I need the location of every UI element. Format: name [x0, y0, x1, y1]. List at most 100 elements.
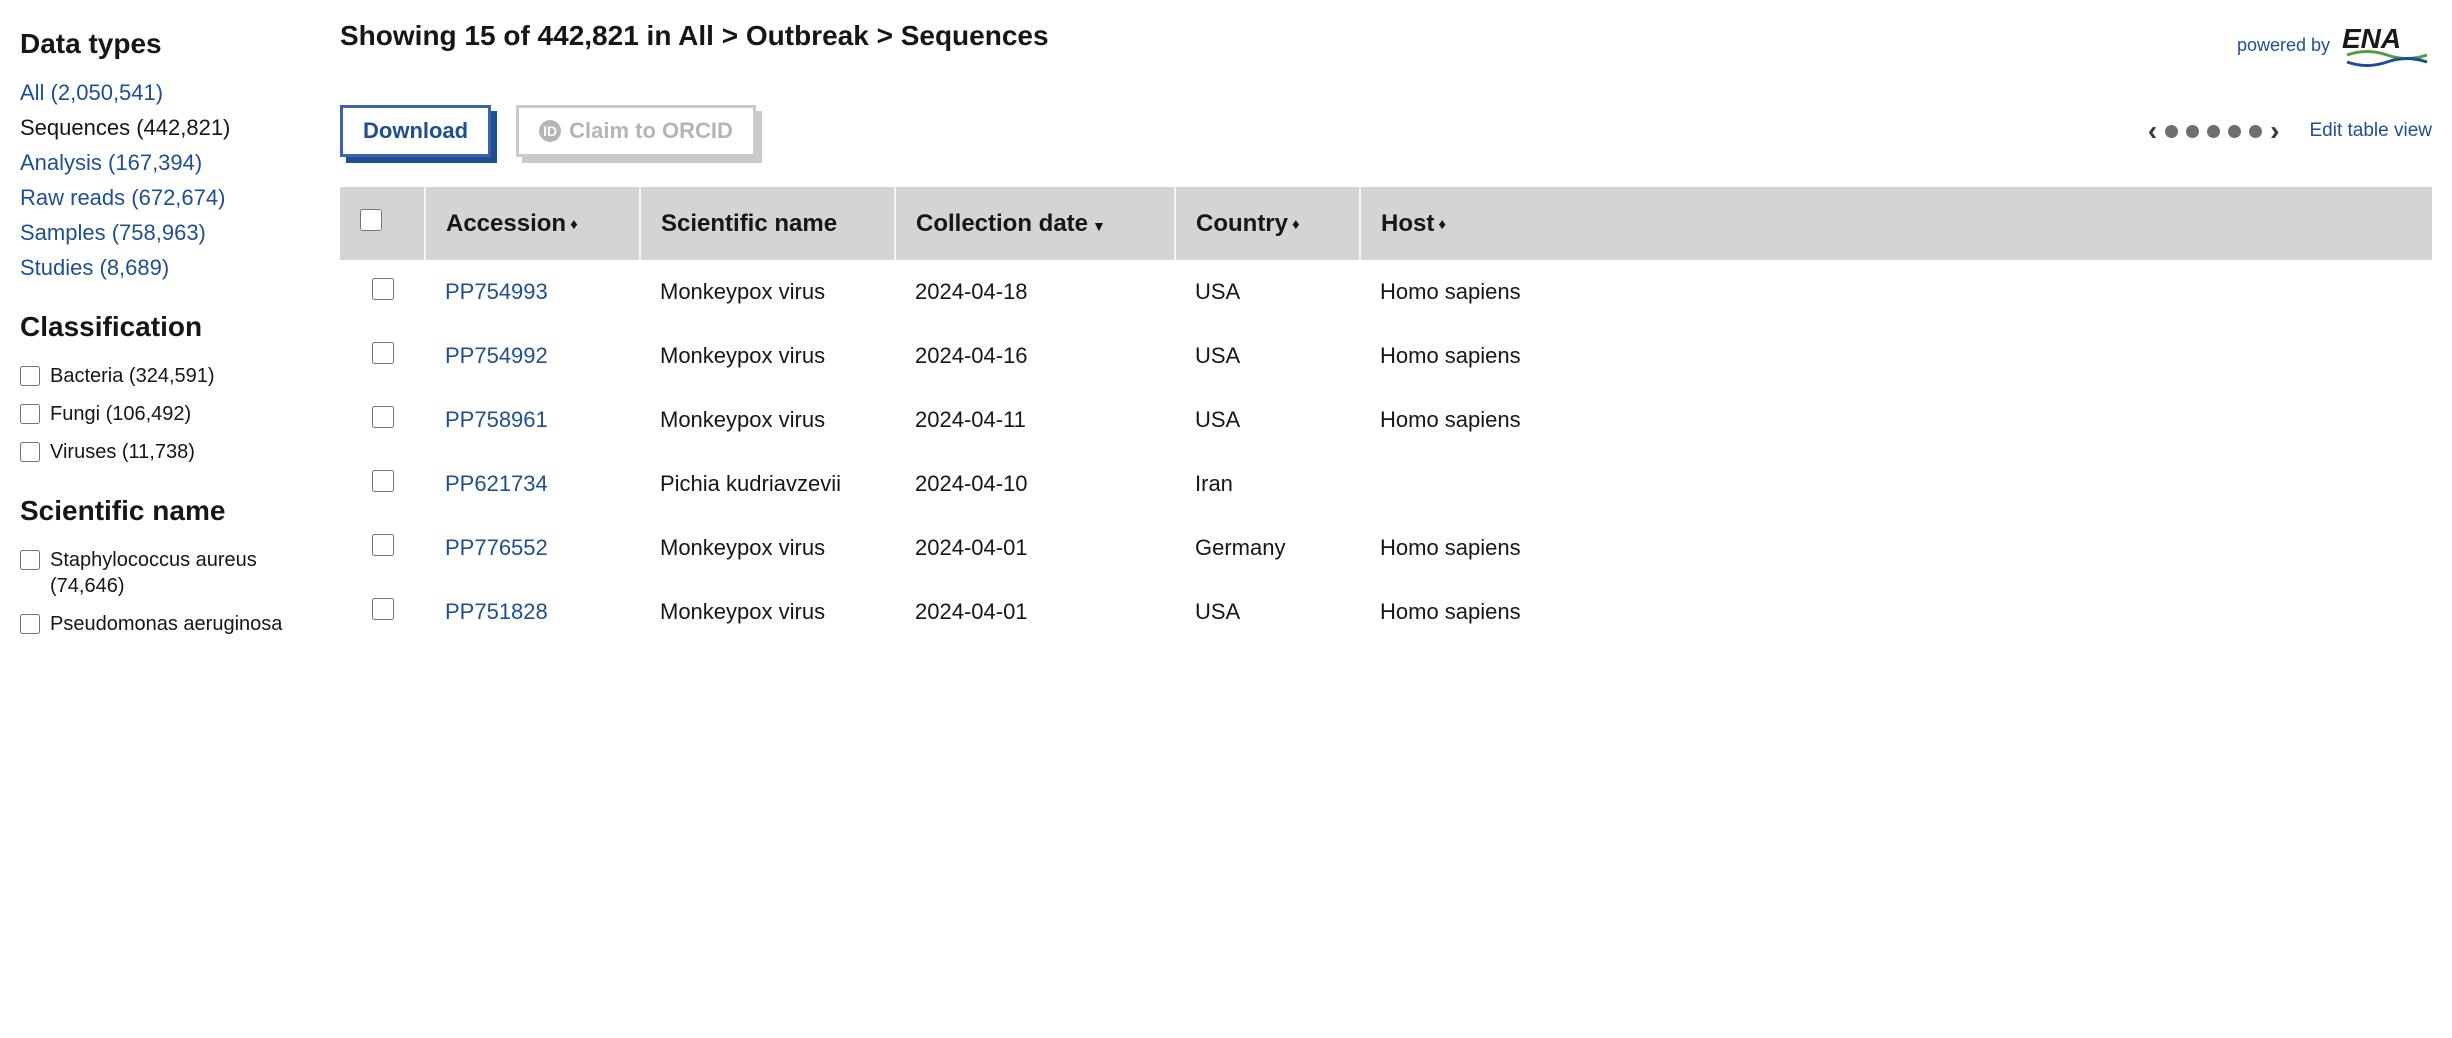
filter-bacteria[interactable]: Bacteria (324,591)	[20, 363, 300, 389]
column-header-country[interactable]: Country♦	[1175, 187, 1360, 260]
filter-fungi[interactable]: Fungi (106,492)	[20, 401, 300, 427]
collection-date-cell: 2024-04-18	[895, 260, 1175, 324]
scientific-name-cell: Monkeypox virus	[640, 580, 895, 644]
pagination-prev-button[interactable]: ‹	[2148, 115, 2157, 147]
column-header-collection-date[interactable]: Collection date▼	[895, 187, 1175, 260]
accession-link[interactable]: PP754992	[445, 343, 548, 368]
table-row: PP776552 Monkeypox virus2024-04-01Germany…	[340, 516, 2432, 580]
country-cell: USA	[1175, 324, 1360, 388]
filter-fungi-checkbox[interactable]	[20, 404, 40, 424]
ena-branding: powered by ENA	[2237, 20, 2432, 70]
data-type-raw-reads[interactable]: Raw reads (672,674)	[20, 185, 300, 211]
pagination-dot[interactable]	[2186, 125, 2199, 138]
country-cell: USA	[1175, 388, 1360, 452]
pagination-dot[interactable]	[2165, 125, 2178, 138]
accession-link[interactable]: PP758961	[445, 407, 548, 432]
filter-label: Fungi (106,492)	[50, 401, 191, 427]
orcid-label: Claim to ORCID	[569, 118, 733, 144]
svg-text:ENA: ENA	[2342, 23, 2401, 54]
scientific-name-cell: Monkeypox virus	[640, 260, 895, 324]
filter-pseudomonas-checkbox[interactable]	[20, 614, 40, 634]
pagination-next-button[interactable]: ›	[2270, 115, 2279, 147]
data-type-sequences[interactable]: Sequences (442,821)	[20, 115, 300, 141]
sort-icon: ♦	[1292, 216, 1298, 233]
country-cell: Germany	[1175, 516, 1360, 580]
sort-icon: ♦	[1438, 216, 1444, 233]
data-type-analysis[interactable]: Analysis (167,394)	[20, 150, 300, 176]
scientific-name-heading: Scientific name	[20, 495, 300, 527]
filter-pseudomonas[interactable]: Pseudomonas aeruginosa	[20, 611, 300, 637]
filter-bacteria-checkbox[interactable]	[20, 366, 40, 386]
claim-orcid-button: ID Claim to ORCID	[516, 105, 756, 157]
orcid-icon: ID	[539, 120, 561, 142]
powered-by-text: powered by	[2237, 35, 2330, 56]
collection-date-cell: 2024-04-11	[895, 388, 1175, 452]
host-cell: Homo sapiens	[1360, 580, 2432, 644]
country-cell: Iran	[1175, 452, 1360, 516]
data-type-all[interactable]: All (2,050,541)	[20, 80, 300, 106]
collection-date-cell: 2024-04-10	[895, 452, 1175, 516]
main-content: Showing 15 of 442,821 in All > Outbreak …	[340, 20, 2432, 649]
table-row: PP754992 Monkeypox virus2024-04-16USAHomo…	[340, 324, 2432, 388]
accession-link[interactable]: PP621734	[445, 471, 548, 496]
accession-link[interactable]: PP776552	[445, 535, 548, 560]
data-type-studies[interactable]: Studies (8,689)	[20, 255, 300, 281]
pagination-dot[interactable]	[2249, 125, 2262, 138]
column-header-accession[interactable]: Accession♦	[425, 187, 640, 260]
filter-viruses-checkbox[interactable]	[20, 442, 40, 462]
filter-staph-checkbox[interactable]	[20, 550, 40, 570]
edit-table-view-link[interactable]: Edit table view	[2309, 120, 2432, 142]
sort-icon: ♦	[570, 216, 576, 233]
country-cell: USA	[1175, 260, 1360, 324]
filter-staph-aureus[interactable]: Staphylococcus aureus (74,646)	[20, 547, 300, 599]
column-header-select	[340, 187, 425, 260]
table-row: PP754993 Monkeypox virus2024-04-18USAHomo…	[340, 260, 2432, 324]
column-header-host[interactable]: Host♦	[1360, 187, 2432, 260]
pagination-dot[interactable]	[2228, 125, 2241, 138]
row-select-checkbox[interactable]	[372, 278, 394, 300]
filter-viruses[interactable]: Viruses (11,738)	[20, 439, 300, 465]
filter-label: Pseudomonas aeruginosa	[50, 611, 282, 637]
row-select-checkbox[interactable]	[372, 598, 394, 620]
table-row: PP751828 Monkeypox virus2024-04-01USAHomo…	[340, 580, 2432, 644]
classification-filters: Bacteria (324,591) Fungi (106,492) Virus…	[20, 363, 300, 465]
download-button[interactable]: Download	[340, 105, 491, 157]
scientific-name-cell: Monkeypox virus	[640, 324, 895, 388]
pagination-dot[interactable]	[2207, 125, 2220, 138]
data-types-heading: Data types	[20, 28, 300, 60]
filter-label: Viruses (11,738)	[50, 439, 195, 465]
host-cell: Homo sapiens	[1360, 260, 2432, 324]
host-cell: Homo sapiens	[1360, 516, 2432, 580]
row-select-checkbox[interactable]	[372, 342, 394, 364]
data-type-samples[interactable]: Samples (758,963)	[20, 220, 300, 246]
collection-date-cell: 2024-04-01	[895, 580, 1175, 644]
accession-link[interactable]: PP754993	[445, 279, 548, 304]
page-heading: Showing 15 of 442,821 in All > Outbreak …	[340, 20, 1049, 52]
filter-label: Staphylococcus aureus (74,646)	[50, 547, 300, 599]
classification-heading: Classification	[20, 311, 300, 343]
row-select-checkbox[interactable]	[372, 534, 394, 556]
pagination: ‹ ›	[2148, 115, 2280, 147]
host-cell: Homo sapiens	[1360, 388, 2432, 452]
collection-date-cell: 2024-04-01	[895, 516, 1175, 580]
scientific-name-cell: Monkeypox virus	[640, 388, 895, 452]
scientific-name-filters: Staphylococcus aureus (74,646) Pseudomon…	[20, 547, 300, 637]
select-all-checkbox[interactable]	[360, 209, 382, 231]
scientific-name-cell: Pichia kudriavzevii	[640, 452, 895, 516]
host-cell: Homo sapiens	[1360, 324, 2432, 388]
row-select-checkbox[interactable]	[372, 406, 394, 428]
column-header-scientific-name[interactable]: Scientific name	[640, 187, 895, 260]
ena-logo: ENA	[2342, 20, 2432, 70]
filter-label: Bacteria (324,591)	[50, 363, 215, 389]
row-select-checkbox[interactable]	[372, 470, 394, 492]
results-table: Accession♦ Scientific name Collection da…	[340, 187, 2432, 644]
sort-desc-icon: ▼	[1092, 218, 1106, 234]
sidebar: Data types All (2,050,541) Sequences (44…	[20, 20, 300, 649]
accession-link[interactable]: PP751828	[445, 599, 548, 624]
collection-date-cell: 2024-04-16	[895, 324, 1175, 388]
data-types-nav: All (2,050,541) Sequences (442,821) Anal…	[20, 80, 300, 281]
country-cell: USA	[1175, 580, 1360, 644]
table-row: PP621734 Pichia kudriavzevii2024-04-10Ira…	[340, 452, 2432, 516]
host-cell	[1360, 452, 2432, 516]
scientific-name-cell: Monkeypox virus	[640, 516, 895, 580]
